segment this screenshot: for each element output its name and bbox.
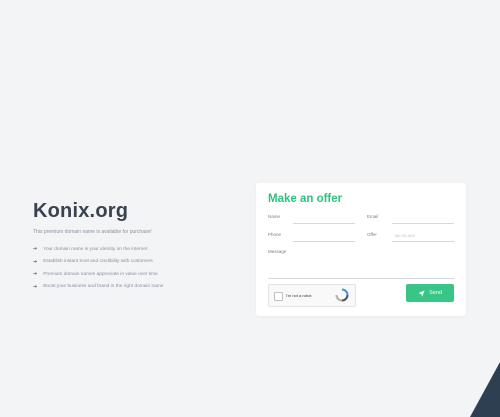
name-label: Name <box>268 214 281 219</box>
feature-text: Boost your business and brand in the rig… <box>43 284 164 289</box>
offer-field[interactable] <box>392 241 454 242</box>
domain-title: Konix.org <box>33 200 129 222</box>
domain-subtitle: This premium domain name is available fo… <box>33 229 152 235</box>
corner-decoration <box>470 362 500 417</box>
message-label: Message <box>268 249 287 254</box>
recaptcha-widget[interactable]: I'm not a robot <box>268 284 356 307</box>
offer-form-title: Make an offer <box>268 193 343 205</box>
recaptcha-label: I'm not a robot <box>286 293 312 298</box>
feature-text: Establish instant trust and credibility … <box>43 259 153 264</box>
phone-label: Phone <box>268 232 282 237</box>
arrow-right-icon: ➔ <box>33 246 38 252</box>
feature-item: ➔ Establish instant trust and credibilit… <box>33 259 248 265</box>
feature-list: ➔ Your domain name is your identity on t… <box>33 246 248 290</box>
feature-text: Premium domain names appreciate in value… <box>43 271 158 277</box>
message-field[interactable] <box>268 278 454 279</box>
checkbox-icon[interactable] <box>274 292 283 301</box>
arrow-right-icon: ➔ <box>33 258 38 265</box>
name-field[interactable] <box>293 223 355 224</box>
arrow-right-icon: ➔ <box>33 271 38 277</box>
feature-item: ➔ Premium domain names appreciate in val… <box>33 271 248 277</box>
feature-item: ➔ Your domain name is your identity on t… <box>33 246 248 252</box>
send-label: Send <box>429 290 442 296</box>
feature-text: Your domain name is your identity on the… <box>43 246 148 252</box>
offer-label: Offer <box>367 232 377 237</box>
offer-form-card: Make an offer Name Email Phone Offer Min… <box>256 183 466 316</box>
phone-field[interactable] <box>293 241 355 242</box>
email-field[interactable] <box>392 223 454 224</box>
recaptcha-icon <box>335 288 349 302</box>
feature-item: ➔ Boost your business and brand in the r… <box>33 284 248 290</box>
arrow-right-icon: ➔ <box>33 283 38 290</box>
domain-info: Konix.org This premium domain name is av… <box>33 200 248 296</box>
email-label: Email <box>367 214 379 219</box>
send-button[interactable]: Send <box>406 284 454 302</box>
offer-field-placeholder: Min $1,500 <box>395 233 415 238</box>
send-icon <box>418 289 425 297</box>
